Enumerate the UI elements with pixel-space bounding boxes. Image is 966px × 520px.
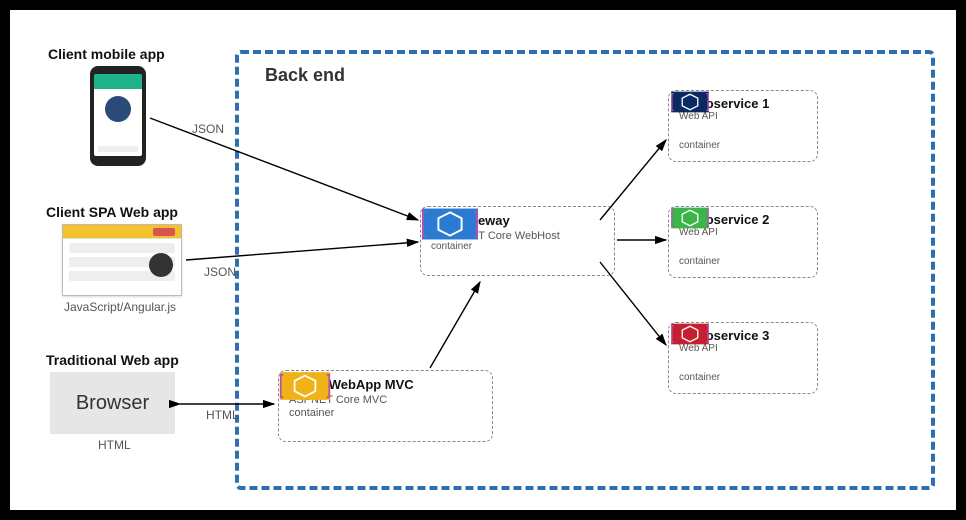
diagram-canvas: Back end Client mobile app Client SPA We… — [10, 10, 956, 510]
edge-html: HTML — [206, 408, 239, 422]
edge-mobile-json: JSON — [192, 122, 224, 136]
arrows-layer — [10, 10, 956, 510]
edge-spa-json: JSON — [204, 265, 236, 279]
